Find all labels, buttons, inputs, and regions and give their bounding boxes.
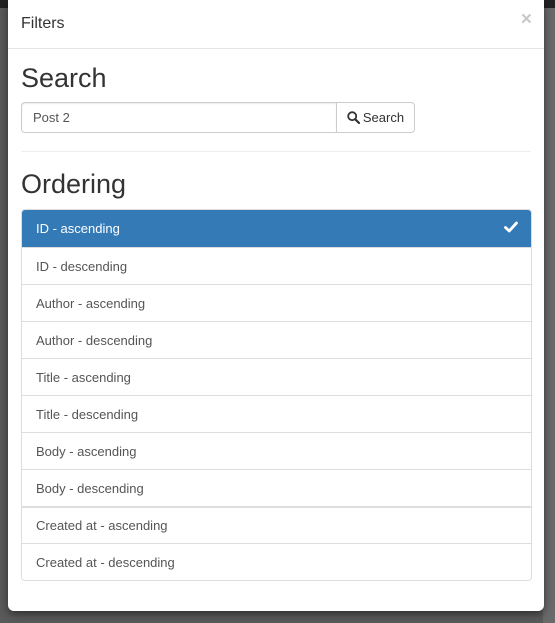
filters-modal: Filters × Search Search Ordering ID - as…	[8, 0, 544, 611]
ordering-item-author-ascending[interactable]: Author - ascending	[22, 284, 531, 321]
ordering-item-body-descending[interactable]: Body - descending	[22, 469, 531, 506]
search-icon	[347, 111, 360, 124]
ordering-heading: Ordering	[21, 169, 127, 199]
list-item-label: Created at - descending	[36, 554, 175, 570]
list-item-label: Body - ascending	[36, 443, 137, 459]
ordering-item-title-ascending[interactable]: Title - ascending	[22, 358, 531, 395]
search-heading: Search	[21, 63, 107, 93]
divider	[21, 151, 531, 152]
list-item-label: Author - ascending	[36, 295, 146, 311]
search-group: Search	[21, 102, 415, 133]
ordering-item-created-at-descending[interactable]: Created at - descending	[22, 543, 531, 580]
list-item-label: Title - ascending	[36, 369, 131, 385]
ordering-item-created-at-ascending[interactable]: Created at - ascending	[22, 506, 531, 543]
modal-header: Filters ×	[8, 0, 544, 49]
list-item-label: ID - descending	[36, 258, 128, 274]
ordering-item-author-descending[interactable]: Author - descending	[22, 321, 531, 358]
ordering-item-id-descending[interactable]: ID - descending	[22, 247, 531, 284]
ordering-item-id-ascending[interactable]: ID - ascending	[22, 210, 531, 247]
modal-title: Filters	[21, 15, 65, 32]
list-item-label: Created at - ascending	[36, 518, 168, 533]
ordering-item-title-descending[interactable]: Title - descending	[22, 395, 531, 432]
check-icon	[504, 221, 518, 233]
search-input[interactable]	[21, 102, 336, 133]
list-item-label: ID - ascending	[36, 221, 120, 236]
search-button[interactable]: Search	[336, 102, 415, 133]
list-item-label: Title - descending	[36, 406, 139, 422]
ordering-list: ID - ascending ID - descending Author - …	[21, 209, 532, 581]
list-item-label: Author - descending	[36, 332, 153, 348]
ordering-item-body-ascending[interactable]: Body - ascending	[22, 432, 531, 469]
page-background	[543, 8, 555, 623]
list-item-label: Body - descending	[36, 480, 144, 496]
search-button-label: Search	[362, 110, 405, 125]
close-button[interactable]: ×	[521, 10, 532, 29]
